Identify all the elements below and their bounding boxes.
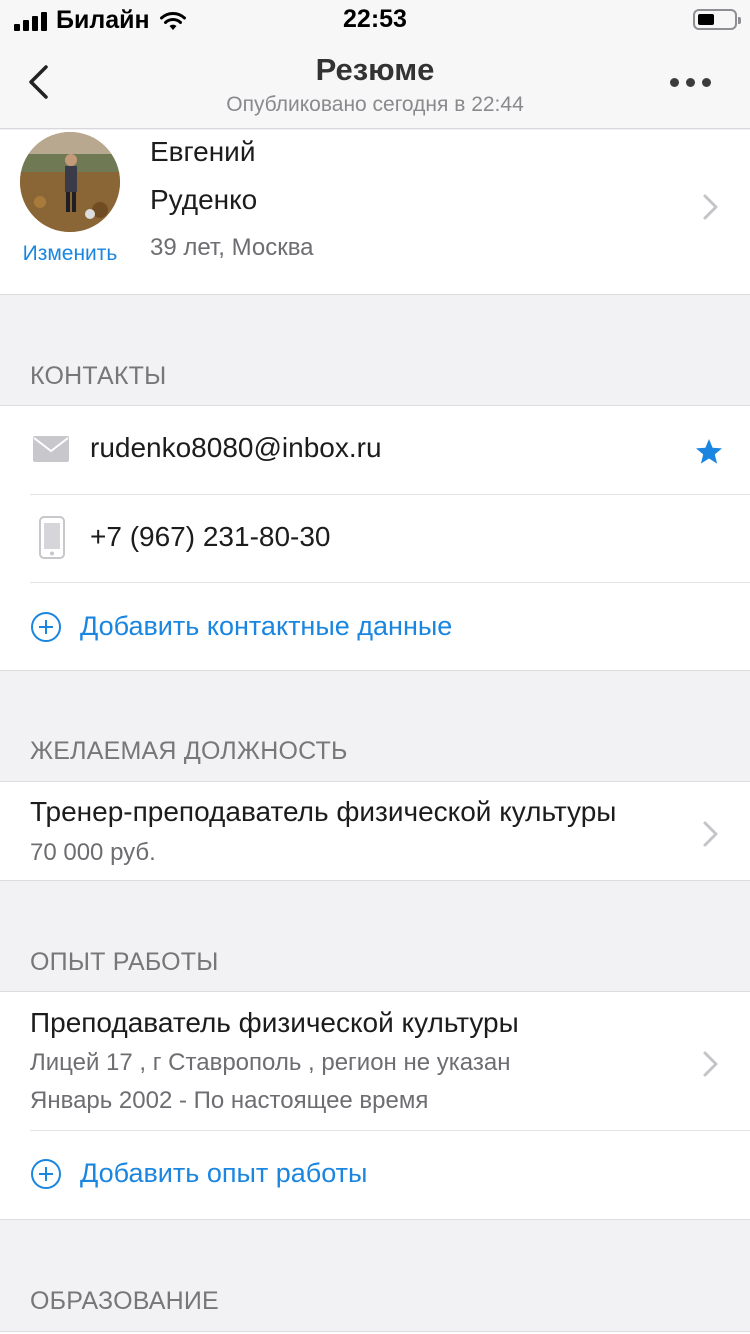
change-photo-link[interactable]: Изменить [0,242,140,266]
section-title-experience: ОПЫТ РАБОТЫ [30,948,219,976]
last-name: Руденко [150,184,258,215]
job-title: Преподаватель физической культуры [30,1007,519,1038]
add-experience-button[interactable]: Добавить опыт работы [80,1158,367,1189]
first-name: Евгений [150,136,256,167]
mail-icon [33,436,69,462]
contacts-card: rudenko8080@inbox.ru +7 (967) 231-80-30 … [0,405,750,671]
section-title-position: ЖЕЛАЕМАЯ ДОЛЖНОСТЬ [30,737,348,765]
phone-icon [39,516,65,559]
experience-item[interactable]: Преподаватель физической культуры Лицей … [0,992,750,1130]
job-place: Лицей 17 , г Ставрополь , регион не указ… [30,1049,511,1076]
experience-card: Преподаватель физической культуры Лицей … [0,991,750,1220]
job-period: Январь 2002 - По настоящее время [30,1087,429,1114]
page-title: Резюме [315,52,435,87]
clock: 22:53 [343,5,407,33]
plus-circle-icon[interactable] [30,1158,62,1190]
position-salary: 70 000 руб. [30,839,156,866]
status-bar: Билайн 22:53 [0,0,750,40]
email-value[interactable]: rudenko8080@inbox.ru [90,432,382,464]
add-contact-button[interactable]: Добавить контактные данные [80,611,452,642]
section-title-contacts: КОНТАКТЫ [30,362,167,390]
avatar[interactable] [20,132,120,232]
position-title: Тренер-преподаватель физической культуры [30,796,617,827]
section-title-education: ОБРАЗОВАНИЕ [30,1287,219,1315]
position-card[interactable]: Тренер-преподаватель физической культуры… [0,781,750,881]
navigation-bar: Резюме Опубликовано сегодня в 22:44 [0,40,750,129]
more-icon[interactable] [670,78,711,87]
profile-card[interactable]: Изменить Евгений Руденко 39 лет, Москва [0,130,750,295]
plus-circle-icon[interactable] [30,611,62,643]
publish-status: Опубликовано сегодня в 22:44 [226,93,524,116]
chevron-right-icon [703,1051,718,1077]
age-city: 39 лет, Москва [150,234,314,261]
battery-icon [693,9,741,30]
phone-value[interactable]: +7 (967) 231-80-30 [90,521,331,553]
chevron-right-icon [703,821,718,847]
chevron-right-icon [703,194,718,220]
star-icon[interactable] [695,438,723,465]
